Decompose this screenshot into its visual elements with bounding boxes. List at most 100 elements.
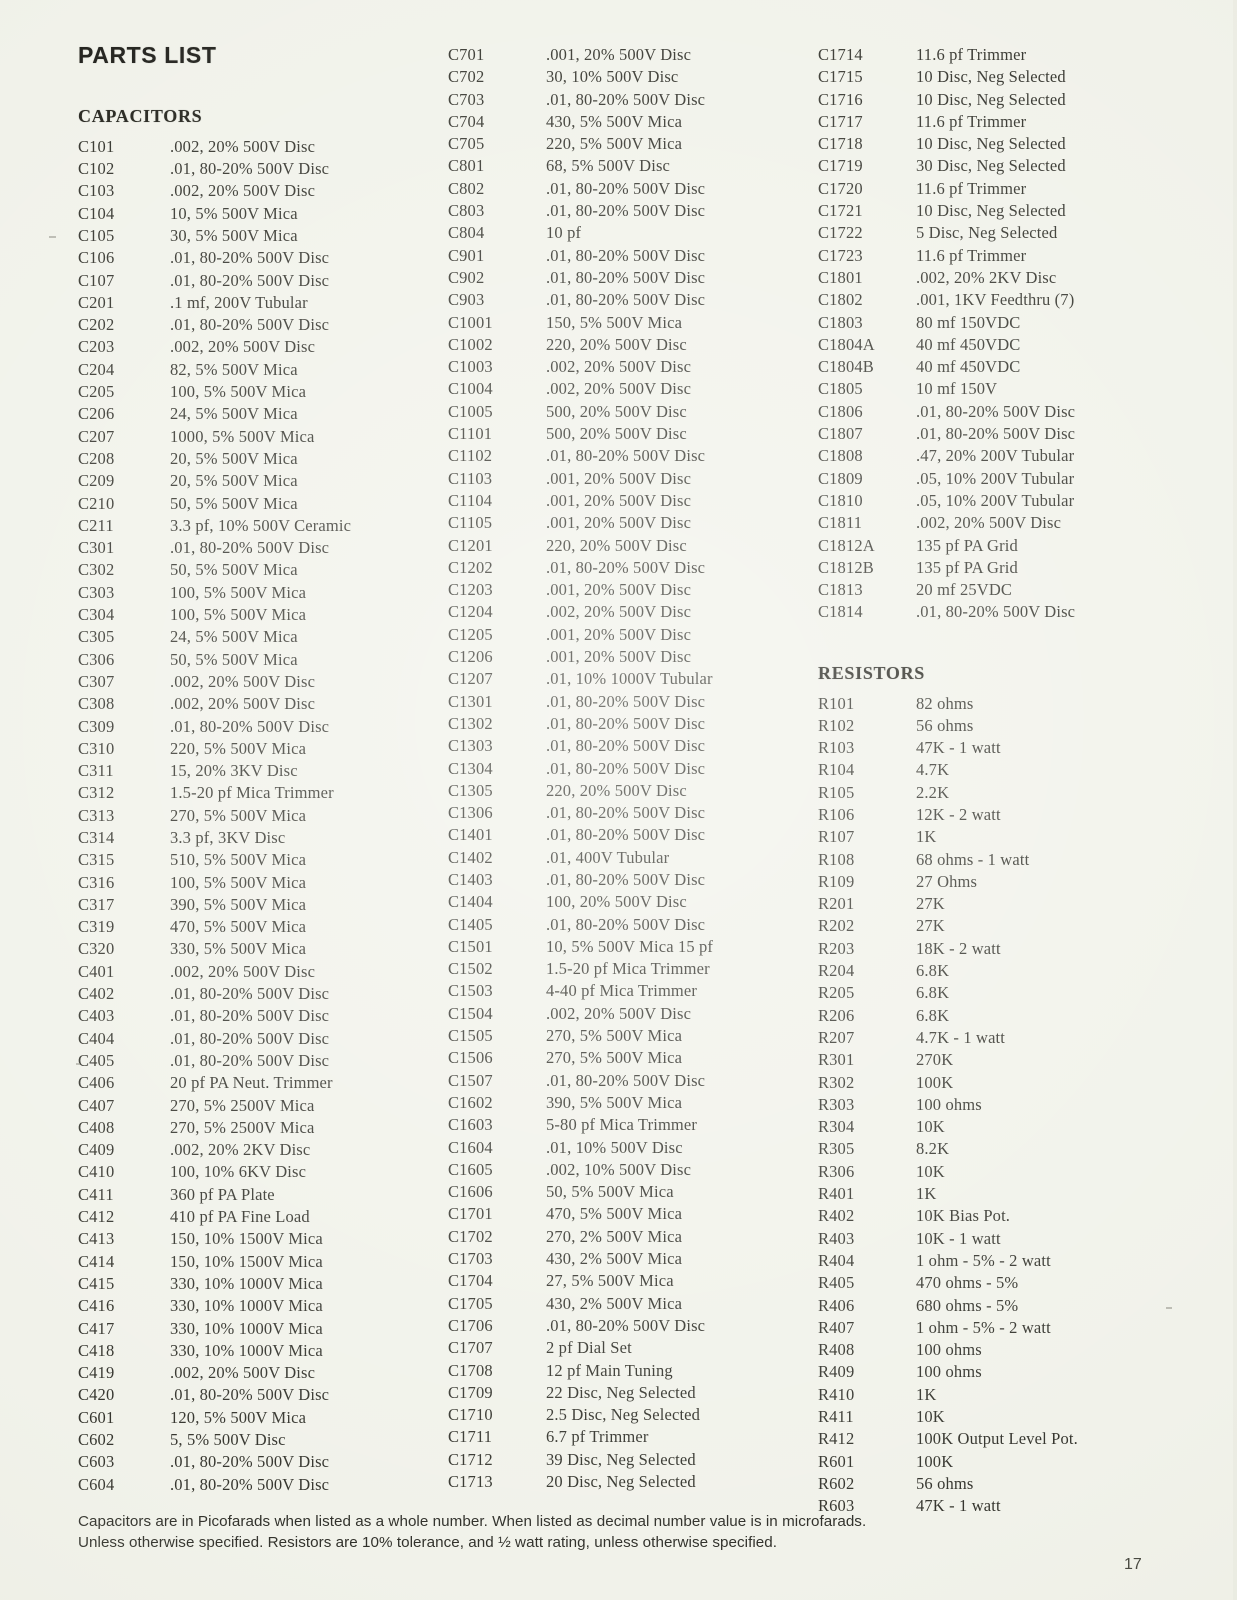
- part-value: 510, 5% 500V Mica: [170, 850, 307, 870]
- part-value: 220, 20% 500V Disc: [546, 334, 687, 354]
- part-reference: C319: [78, 917, 115, 937]
- resistors-list: R101 82 ohms R102 56 ohms R103 47K - 1 watt R1…: [818, 693, 1178, 1518]
- part-reference: C1709: [448, 1382, 493, 1402]
- part-reference: R401: [818, 1184, 855, 1204]
- capacitor-row: C320 330, 5% 500V Mica: [78, 938, 448, 960]
- part-value: .002, 20% 500V Disc: [170, 337, 316, 357]
- part-value: 10 Disc, Neg Selected: [916, 89, 1066, 109]
- part-reference: C1101: [448, 424, 493, 444]
- part-value: 12 pf Main Tuning: [546, 1360, 673, 1380]
- part-reference: C417: [78, 1318, 115, 1338]
- part-value: .05, 10% 200V Tubular: [916, 468, 1075, 488]
- capacitor-row: C319 470, 5% 500V Mica: [78, 916, 448, 938]
- part-value: .01, 80-20% 500V Disc: [170, 1474, 330, 1494]
- part-reference: R303: [818, 1094, 855, 1114]
- capacitor-row: C1503 4-40 pf Mica Trimmer: [448, 980, 818, 1002]
- capacitor-row: C1402 .01, 400V Tubular: [448, 847, 818, 869]
- part-reference: C102: [78, 159, 115, 179]
- capacitor-row: C1104 .001, 20% 500V Disc: [448, 490, 818, 512]
- part-value: .01, 80-20% 500V Disc: [170, 1006, 330, 1026]
- capacitor-row: C1203 .001, 20% 500V Disc: [448, 579, 818, 601]
- part-reference: C312: [78, 783, 115, 803]
- part-reference: C402: [78, 984, 115, 1004]
- part-reference: C316: [78, 872, 115, 892]
- part-reference: C703: [448, 89, 485, 109]
- capacitor-row: C105 30, 5% 500V Mica: [78, 225, 448, 247]
- part-value: .01, 80-20% 500V Disc: [546, 825, 706, 845]
- scan-edge: [1233, 0, 1237, 1600]
- part-reference: C203: [78, 337, 115, 357]
- capacitors-list-part-3: C1714 11.6 pf Trimmer C1715 10 Disc, Neg Se…: [818, 44, 1178, 624]
- resistor-row: R408 100 ohms: [818, 1339, 1178, 1361]
- part-value: .002, 20% 500V Disc: [170, 181, 316, 201]
- part-value: 20, 5% 500V Mica: [170, 448, 298, 468]
- resistor-row: R406 680 ohms - 5%: [818, 1295, 1178, 1317]
- part-reference: C1814: [818, 602, 863, 622]
- part-value: 100K Output Level Pot.: [916, 1429, 1078, 1449]
- part-reference: C1206: [448, 647, 493, 667]
- part-value: .001, 20% 500V Disc: [546, 468, 692, 488]
- part-reference: C1602: [448, 1092, 493, 1112]
- capacitor-row: C417 330, 10% 1000V Mica: [78, 1318, 448, 1340]
- part-reference: C1401: [448, 825, 493, 845]
- part-reference: C411: [78, 1184, 114, 1204]
- part-value: .01, 80-20% 500V Disc: [546, 713, 706, 733]
- resistor-row: R108 68 ohms - 1 watt: [818, 849, 1178, 871]
- part-value: 68 ohms - 1 watt: [916, 849, 1030, 869]
- part-reference: C202: [78, 315, 115, 335]
- part-reference: C405: [78, 1050, 115, 1070]
- part-reference: C207: [78, 426, 115, 446]
- capacitor-row: C1701 470, 5% 500V Mica: [448, 1203, 818, 1225]
- part-value: 24, 5% 500V Mica: [170, 404, 298, 424]
- part-reference: R204: [818, 961, 855, 981]
- resistor-row: R201 27K: [818, 893, 1178, 915]
- part-value: 6.8K: [916, 1005, 950, 1025]
- part-reference: C1710: [448, 1405, 493, 1425]
- capacitor-row: C310 220, 5% 500V Mica: [78, 738, 448, 760]
- capacitor-row: C402 .01, 80-20% 500V Disc: [78, 983, 448, 1005]
- part-value: 50, 5% 500V Mica: [546, 1182, 674, 1202]
- part-reference: C1717: [818, 111, 863, 131]
- capacitor-row: C306 50, 5% 500V Mica: [78, 649, 448, 671]
- part-value: 360 pf PA Plate: [170, 1184, 275, 1204]
- column-three: C1714 11.6 pf Trimmer C1715 10 Disc, Neg Se…: [818, 44, 1178, 1518]
- part-reference: C1205: [448, 624, 493, 644]
- capacitor-row: C1002 220, 20% 500V Disc: [448, 334, 818, 356]
- scan-artifact: [76, 1063, 80, 1065]
- part-value: 390, 5% 500V Mica: [546, 1092, 683, 1112]
- part-value: 40 mf 450VDC: [916, 334, 1021, 354]
- part-value: .01, 80-20% 500V Disc: [546, 245, 706, 265]
- footnote-line-1: Capacitors are in Picofarads when listed…: [78, 1513, 867, 1530]
- resistor-row: R205 6.8K: [818, 982, 1178, 1004]
- part-reference: C309: [78, 716, 115, 736]
- part-value: 1K: [916, 827, 937, 847]
- capacitor-row: C414 150, 10% 1500V Mica: [78, 1251, 448, 1273]
- part-value: .002, 20% 500V Disc: [546, 602, 692, 622]
- part-reference: C1403: [448, 869, 493, 889]
- part-value: 27, 5% 500V Mica: [546, 1271, 674, 1291]
- part-reference: C311: [78, 761, 114, 781]
- part-value: 27 Ohms: [916, 871, 978, 891]
- part-reference: C1708: [448, 1360, 493, 1380]
- capacitor-row: C1506 270, 5% 500V Mica: [448, 1047, 818, 1069]
- part-reference: C804: [448, 223, 485, 243]
- part-value: 150, 10% 1500V Mica: [170, 1251, 323, 1271]
- capacitor-row: C1812A 135 pf PA Grid: [818, 535, 1178, 557]
- capacitor-row: C311 15, 20% 3KV Disc: [78, 760, 448, 782]
- part-reference: C303: [78, 582, 115, 602]
- part-value: 430, 5% 500V Mica: [546, 111, 683, 131]
- part-value: 100, 20% 500V Disc: [546, 892, 687, 912]
- part-value: .05, 10% 200V Tubular: [916, 490, 1075, 510]
- part-reference: C205: [78, 382, 115, 402]
- part-reference: C404: [78, 1028, 115, 1048]
- page-number: 17: [1124, 1556, 1142, 1573]
- part-value: .002, 20% 500V Disc: [546, 1003, 692, 1023]
- part-reference: C1803: [818, 312, 863, 332]
- part-value: .002, 20% 500V Disc: [546, 379, 692, 399]
- part-reference: R109: [818, 871, 855, 891]
- part-value: .002, 20% 500V Disc: [546, 357, 692, 377]
- resistor-row: R107 1K: [818, 826, 1178, 848]
- part-reference: C1713: [448, 1472, 493, 1491]
- part-value: 220, 20% 500V Disc: [546, 535, 687, 555]
- capacitor-row: C1709 22 Disc, Neg Selected: [448, 1382, 818, 1404]
